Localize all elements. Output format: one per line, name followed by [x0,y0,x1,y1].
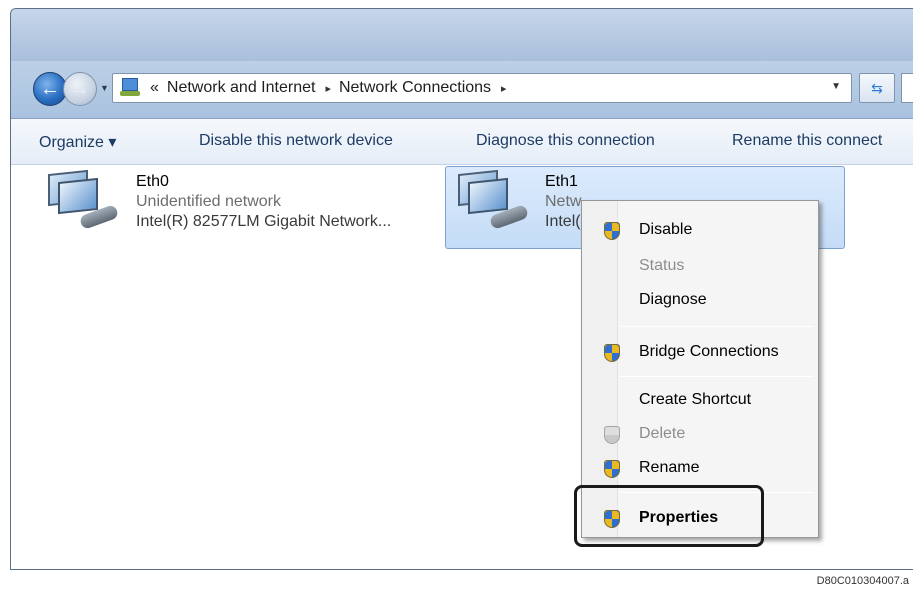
menu-item-label: Disable [639,221,693,238]
rename-connection-button[interactable]: Rename this connect [732,132,882,150]
forward-arrow-icon: → [70,77,90,100]
breadcrumb-separator-icon[interactable]: ▸ [501,82,507,95]
forward-button[interactable]: → [63,72,97,106]
connection-device: Intel(R) 82577LM Gigabit Network... [136,213,392,230]
menu-item-create-shortcut[interactable]: Create Shortcut [584,385,816,415]
refresh-icon: ⇆ [871,79,883,96]
menu-item-label: Rename [639,459,700,476]
figure-code: D80C010304007.a [816,575,909,587]
back-button[interactable]: ← [33,72,67,106]
address-overflow-chevron[interactable]: « [150,79,159,97]
disable-device-button[interactable]: Disable this network device [199,132,393,150]
properties-callout-highlight [574,485,764,547]
connection-name: Eth1 [545,173,578,190]
command-bar: Organize ▾ Disable this network device D… [11,119,913,165]
menu-item-label: Delete [639,425,686,442]
search-input[interactable] [901,73,913,103]
recent-pages-dropdown-icon[interactable]: ▼ [100,83,109,93]
breadcrumb-network-and-internet[interactable]: Network and Internet [167,79,316,97]
organize-menu[interactable]: Organize ▾ [39,132,116,152]
menu-separator [620,326,814,327]
menu-item-label: Create Shortcut [639,391,752,408]
menu-item-label: Status [639,257,685,274]
network-adapter-icon [456,169,530,231]
connection-name: Eth0 [136,173,169,190]
menu-item-status: Status [584,251,816,281]
refresh-button[interactable]: ⇆ [859,73,895,103]
title-bar [11,9,913,61]
shield-icon [604,426,620,444]
connection-status: Unidentified network [136,193,281,210]
navigation-bar: ← → ▼ « Network and Internet ▸ Network C… [11,61,913,119]
connection-status: Netw [545,193,582,210]
menu-separator [620,376,814,377]
address-dropdown-icon[interactable]: ▼ [831,81,841,92]
shield-icon [604,222,620,240]
menu-item-label: Bridge Connections [639,343,779,360]
menu-item-delete: Delete [584,419,816,449]
menu-item-rename[interactable]: Rename [584,453,816,483]
shield-icon [604,460,620,478]
menu-item-label: Diagnose [639,291,707,308]
network-adapter-icon [46,169,120,231]
breadcrumb-network-connections[interactable]: Network Connections [339,79,491,97]
connection-device: Intel( [545,213,581,230]
menu-item-disable[interactable]: Disable [584,215,816,245]
menu-item-diagnose[interactable]: Diagnose [584,285,816,315]
breadcrumb-separator-icon[interactable]: ▸ [325,82,331,95]
back-arrow-icon: ← [40,77,60,100]
shield-icon [604,344,620,362]
diagnose-connection-button[interactable]: Diagnose this connection [476,132,655,150]
menu-item-bridge-connections[interactable]: Bridge Connections [584,337,816,367]
control-panel-icon [120,78,142,98]
address-bar[interactable]: « Network and Internet ▸ Network Connect… [112,73,852,103]
